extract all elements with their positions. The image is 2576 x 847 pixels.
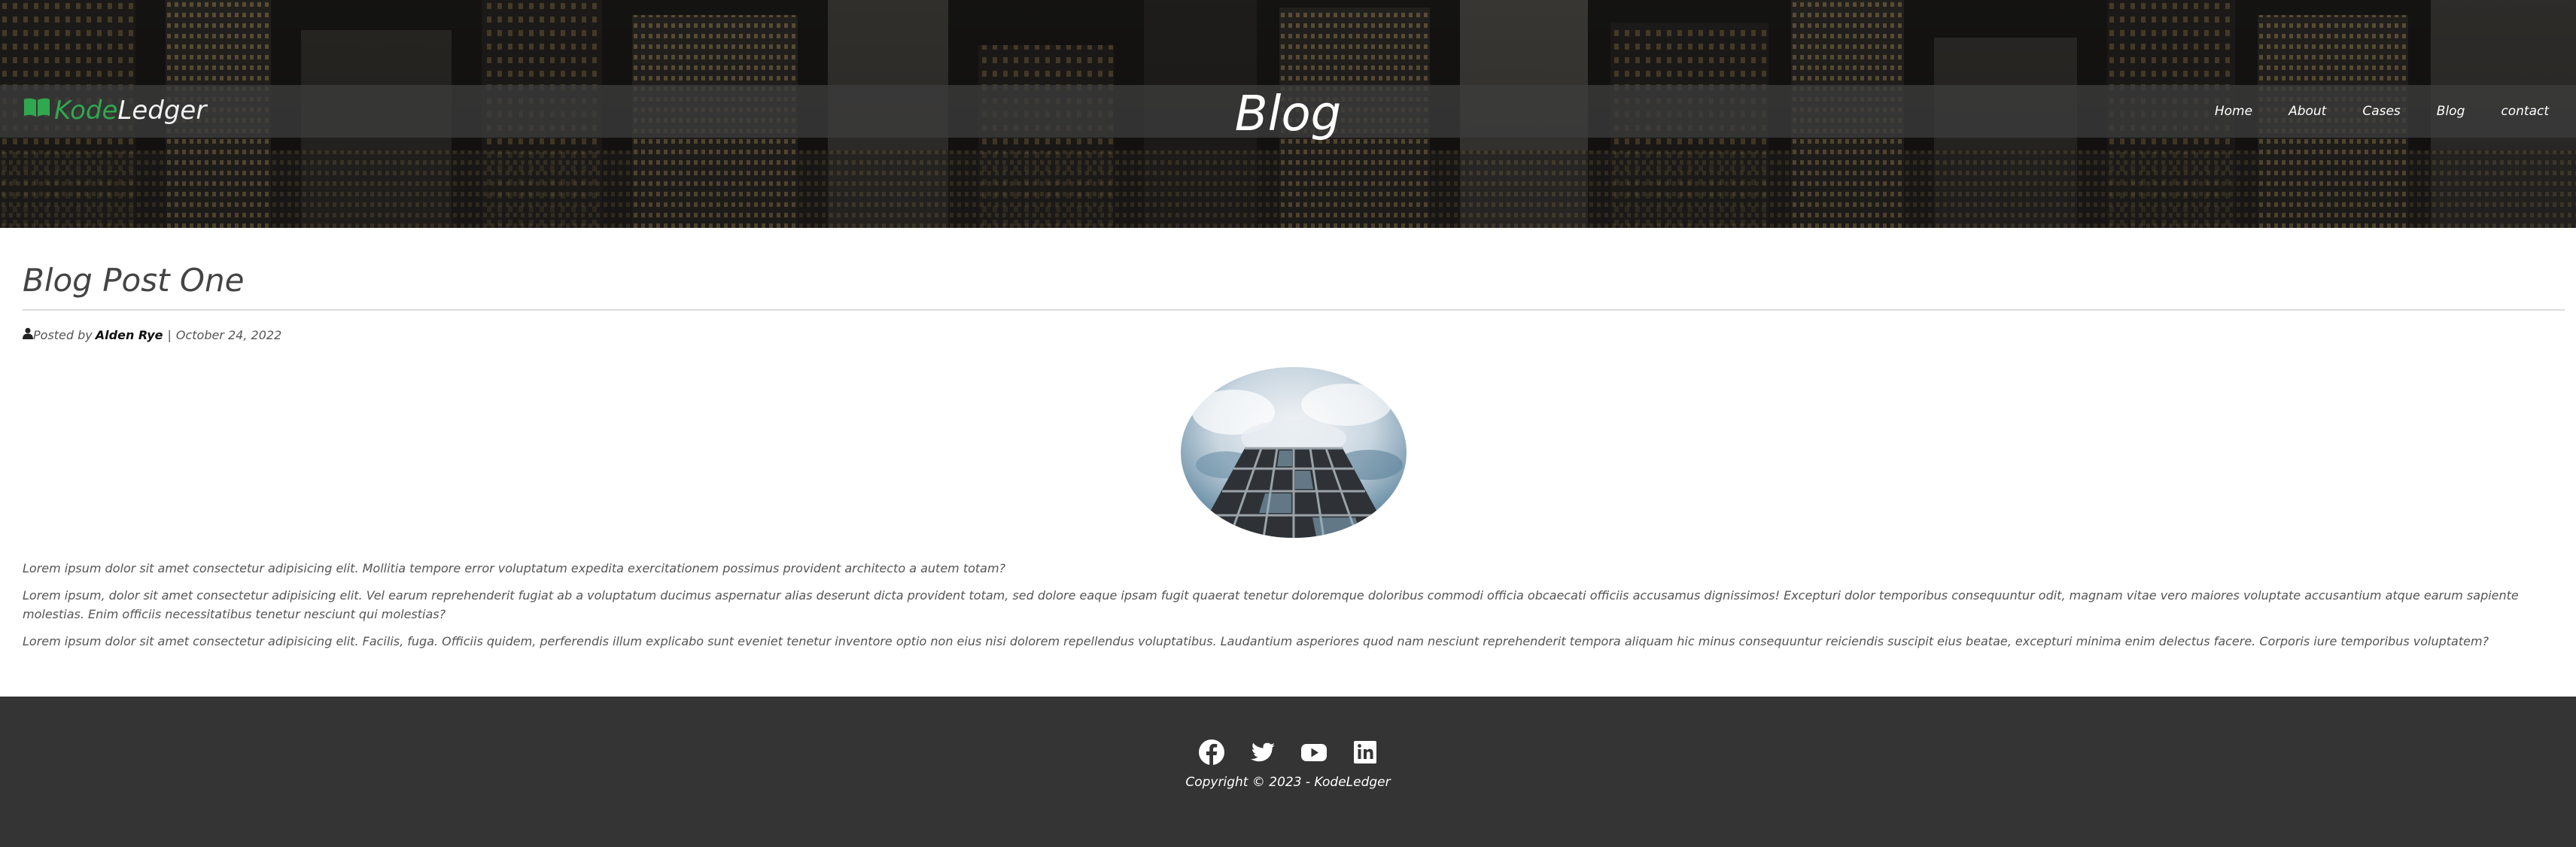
main-nav: Home About Cases Blog contact: [2179, 100, 2549, 123]
post-paragraph-3: Lorem ipsum dolor sit amet consectetur a…: [23, 634, 2489, 648]
copyright-text: Copyright © 2023 - KodeLedger: [1185, 775, 1391, 790]
footer: [0, 697, 2576, 847]
post-image: [1181, 367, 1407, 538]
posted-by-label: Posted by: [33, 327, 93, 342]
social-links: [0, 739, 2576, 767]
meta-separator: |: [167, 327, 172, 342]
youtube-icon[interactable]: [1300, 739, 1328, 766]
title-divider: [23, 309, 2565, 311]
hero-banner: Kode Ledger Blog Home About Cases Blog co…: [0, 0, 2576, 228]
nav-about[interactable]: About: [2289, 100, 2326, 123]
nav-cases[interactable]: Cases: [2362, 100, 2400, 123]
nav-home[interactable]: Home: [2215, 100, 2252, 123]
post-paragraph-2: Lorem ipsum, dolor sit amet consectetur …: [23, 588, 2519, 621]
nav-blog[interactable]: Blog: [2437, 100, 2465, 123]
post-title: Blog Post One: [23, 262, 245, 299]
post-date: October 24, 2022: [175, 327, 282, 342]
linkedin-icon[interactable]: [1352, 739, 1379, 766]
post-meta: Posted by Alden Rye | October 24, 2022: [23, 325, 281, 345]
post-paragraph-1: Lorem ipsum dolor sit amet consectetur a…: [23, 561, 1006, 575]
facebook-icon[interactable]: [1198, 739, 1225, 766]
twitter-icon[interactable]: [1249, 739, 1276, 766]
nav-contact[interactable]: contact: [2501, 100, 2549, 123]
user-icon: [23, 327, 33, 342]
post-author: Alden Rye: [95, 327, 163, 342]
